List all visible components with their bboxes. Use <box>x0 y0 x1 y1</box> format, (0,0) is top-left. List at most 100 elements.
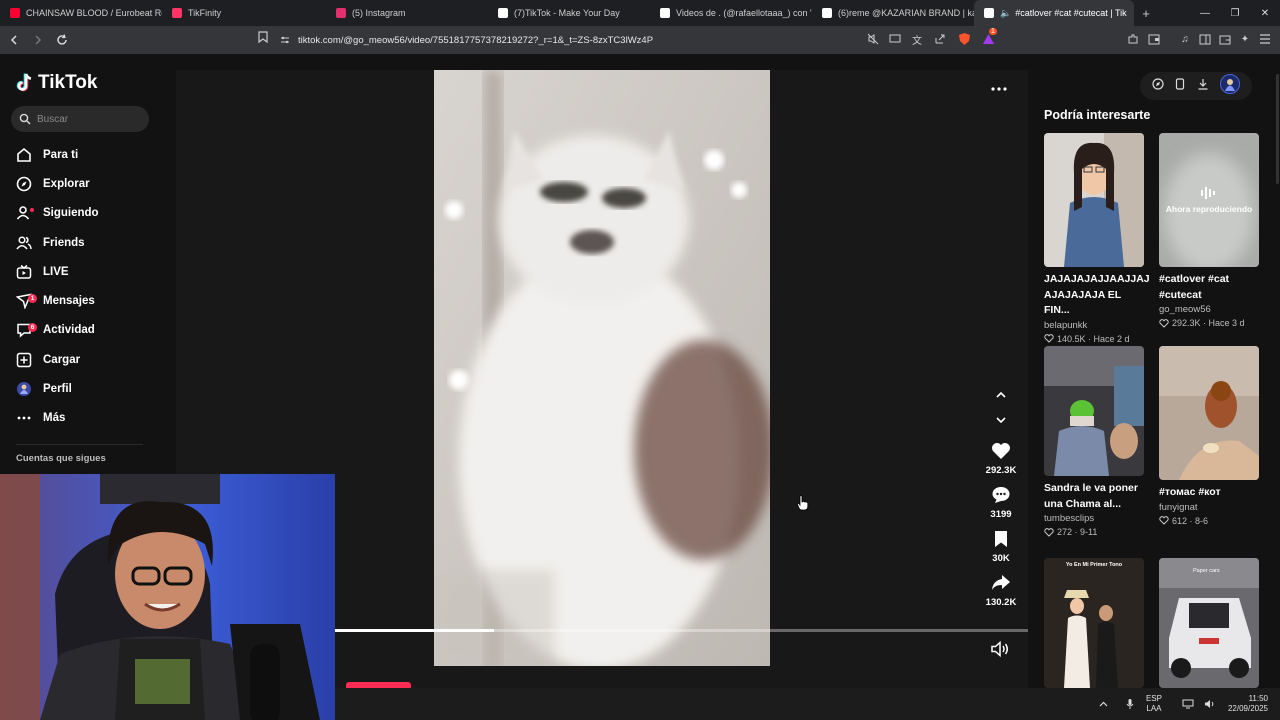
browser-tab[interactable]: (7)TikTok - Make Your Day <box>488 0 650 26</box>
next-video-button[interactable] <box>991 410 1011 430</box>
nav-list: Para ti Explorar Siguiendo Friends LIVE … <box>16 140 99 433</box>
video-card-meta: 140.5K · Hace 2 d <box>1044 334 1144 344</box>
browser-tab[interactable]: TikFinity <box>162 0 326 26</box>
back-icon[interactable] <box>4 30 24 50</box>
video-thumbnail: Paper cars <box>1159 558 1259 688</box>
chevron-down-icon <box>996 416 1006 423</box>
compass-icon[interactable] <box>1152 77 1164 95</box>
sidebar-item-messages[interactable]: 1 Mensajes <box>16 286 99 315</box>
now-playing-overlay: Ahora reproduciendo <box>1159 133 1259 267</box>
equalizer-icon <box>1201 187 1215 199</box>
avatar[interactable] <box>1220 73 1241 99</box>
upload-icon <box>16 352 32 368</box>
sidebar-item-for-you[interactable]: Para ti <box>16 140 99 169</box>
video-card-author: belapunkk <box>1044 319 1088 331</box>
tikfinity-icon <box>172 8 182 18</box>
volume-icon <box>991 640 1008 658</box>
speaker-icon[interactable] <box>1202 696 1218 712</box>
minimize-icon[interactable]: — <box>1190 0 1220 26</box>
sidebar-item-explore[interactable]: Explorar <box>16 169 99 198</box>
sidebar-item-live[interactable]: LIVE <box>16 257 99 286</box>
new-tab-button[interactable]: + <box>1134 6 1158 21</box>
cast-icon[interactable] <box>887 31 903 47</box>
mute-site-icon[interactable] <box>865 31 881 47</box>
more-options-icon[interactable] <box>991 78 1007 96</box>
video-card-title: Sandra le va poner una Chama al... <box>1044 482 1138 510</box>
previous-video-button[interactable] <box>991 384 1011 404</box>
browser-tab[interactable]: (6)reme @KAZARIAN BRAND | kaza <box>812 0 974 26</box>
video-card-meta: 272 · 9-11 <box>1044 527 1144 537</box>
forward-icon[interactable] <box>28 30 48 50</box>
leo-ai-icon[interactable]: ✦ <box>1237 31 1253 47</box>
video-thumbnail <box>1044 346 1144 476</box>
url-field[interactable]: tiktok.com/@go_meow56/video/755181775737… <box>280 30 653 50</box>
volume-button[interactable] <box>991 640 1009 662</box>
language-indicator[interactable]: ESP LAA <box>1146 694 1162 714</box>
video-card-now-playing[interactable]: Ahora reproduciendo #catlover #cat #cute… <box>1159 133 1259 328</box>
share-count: 130.2K <box>985 597 1017 608</box>
tiktok-icon <box>984 8 994 18</box>
reload-icon[interactable] <box>52 30 72 50</box>
menu-icon[interactable] <box>1257 31 1273 47</box>
device-icon[interactable] <box>1175 77 1185 95</box>
wallet-icon[interactable] <box>1217 31 1233 47</box>
browser-tab[interactable]: (5) Instagram <box>326 0 488 26</box>
wallet-icon[interactable] <box>1146 31 1162 47</box>
video-card[interactable]: Sandra le va poner una Chama al... tumbe… <box>1044 346 1144 537</box>
video-card[interactable]: #томас #кот funyignat 612 · 8-6 <box>1159 346 1259 526</box>
video-card[interactable]: Paper cars <box>1159 558 1259 688</box>
media-control-icon[interactable]: ♫ <box>1177 31 1193 47</box>
video-card[interactable]: JAJAJAJAJJAAJJAJ AJAJAJAJA EL FIN... bel… <box>1044 133 1150 344</box>
microphone-icon[interactable] <box>1122 696 1138 712</box>
download-icon[interactable] <box>1197 77 1209 95</box>
share-icon <box>976 572 1026 594</box>
search-input[interactable]: Buscar <box>11 106 149 132</box>
speaker-icon: 🔈 <box>1000 7 1012 18</box>
avatar-icon <box>16 381 32 397</box>
sidebar-item-activity[interactable]: 6 Actividad <box>16 316 99 345</box>
sidebar-item-friends[interactable]: Friends <box>16 228 99 257</box>
sidebar-item-more[interactable]: Más <box>16 404 99 433</box>
heart-icon <box>1159 516 1169 525</box>
sidebar-item-profile[interactable]: Perfil <box>16 374 99 403</box>
share-icon[interactable] <box>932 31 948 47</box>
comment-button[interactable]: 3199 <box>976 484 1026 520</box>
close-window-icon[interactable]: ✕ <box>1250 0 1280 26</box>
video-thumbnail: Yo En Mi Primer Tono <box>1044 558 1144 688</box>
share-button[interactable]: 130.2K <box>976 572 1026 608</box>
system-clock[interactable]: 11:50 22/09/2025 <box>1228 694 1268 714</box>
browser-tab-active[interactable]: 🔈#catlover #cat #cutecat | Tik✕ <box>974 0 1134 26</box>
video-frame[interactable] <box>434 70 770 666</box>
like-button[interactable]: 292.3K <box>976 440 1026 476</box>
video-card[interactable]: Yo En Mi Primer Tono <box>1044 558 1144 688</box>
save-button[interactable]: 30K <box>976 528 1026 564</box>
maximize-icon[interactable]: ❐ <box>1220 0 1250 26</box>
friends-icon <box>16 235 32 251</box>
browser-tab[interactable]: Videos de . (@rafaellotaaa_) con "so <box>650 0 812 26</box>
comment-icon <box>976 484 1026 506</box>
video-thumbnail <box>1159 346 1259 480</box>
brave-shield-icon[interactable] <box>956 31 972 47</box>
brave-rewards-icon[interactable]: 1 <box>980 28 997 47</box>
activity-icon: 6 <box>16 322 37 339</box>
video-progress-bar[interactable] <box>335 629 1028 632</box>
heart-icon <box>976 440 1026 462</box>
bookmark-icon[interactable] <box>258 31 268 46</box>
browser-tab[interactable]: CHAINSAW BLOOD / Eurobeat Remi <box>0 0 162 26</box>
like-count: 292.3K <box>985 465 1017 476</box>
window-controls: — ❐ ✕ <box>1190 0 1280 26</box>
tiktok-logo[interactable]: TikTok <box>16 72 97 94</box>
translate-icon[interactable]: 文 <box>909 31 925 47</box>
sidebar-toggle-icon[interactable] <box>1197 31 1213 47</box>
network-icon[interactable] <box>1180 696 1196 712</box>
thumbnail-caption: Paper cars <box>1193 568 1220 574</box>
sidebar-item-upload[interactable]: Cargar <box>16 345 99 374</box>
site-info-icon[interactable] <box>280 35 290 45</box>
sidebar-item-following[interactable]: Siguiendo <box>16 199 99 228</box>
video-card-title: #томас #кот <box>1159 486 1221 498</box>
recommendations-title: Podría interesarte <box>1044 108 1151 122</box>
extensions-icon[interactable] <box>1125 31 1141 47</box>
notification-dot <box>30 208 34 213</box>
chevron-up-icon[interactable] <box>1096 696 1112 712</box>
page-scrollbar[interactable] <box>1276 74 1279 184</box>
